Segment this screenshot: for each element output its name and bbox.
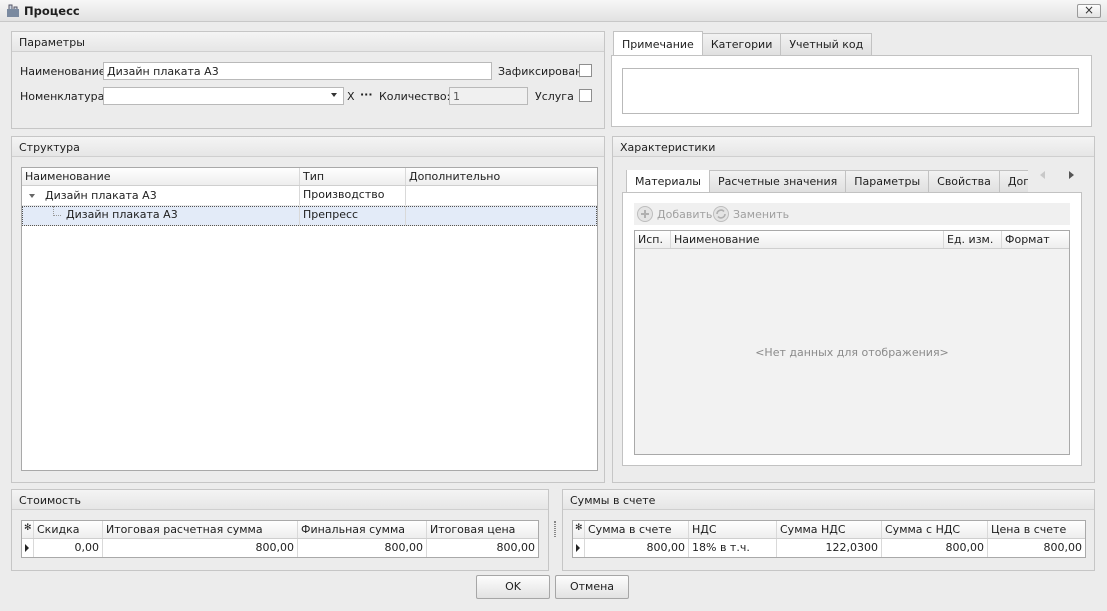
note-textarea[interactable] [622, 68, 1079, 114]
cell-discount: 0,00 [34, 539, 103, 557]
add-button[interactable]: Добавить [657, 208, 712, 221]
window-title: Процесс [24, 4, 80, 18]
replace-button[interactable]: Заменить [733, 208, 789, 221]
materials-grid-header: Исп. Наименование Ед. изм. Формат [635, 231, 1069, 249]
tab-categories[interactable]: Категории [701, 33, 782, 55]
col-unit[interactable]: Ед. изм. [944, 231, 1002, 248]
col-vat[interactable]: НДС [689, 521, 777, 538]
service-label: Услуга [535, 90, 574, 103]
row-type: Препресс [300, 206, 406, 225]
characteristics-header: Характеристики [613, 137, 1094, 157]
params-header: Параметры [12, 32, 604, 52]
col-sum-with-vat[interactable]: Сумма с НДС [882, 521, 988, 538]
fixed-checkbox[interactable] [579, 64, 592, 77]
cost-grid: ✻ Скидка Итоговая расчетная сумма Финаль… [21, 520, 539, 558]
row-extra [406, 206, 597, 225]
ok-button[interactable]: OK [476, 575, 550, 599]
row-name: Дизайн плаката А3 [45, 189, 157, 202]
table-row[interactable]: 800,00 18% в т.ч. 122,0300 800,00 800,00 [573, 539, 1085, 557]
characteristics-tabs: Материалы Расчетные значения Параметры С… [626, 170, 1028, 192]
dropdown-arrow-icon[interactable] [331, 93, 337, 97]
cell-total-price: 800,00 [496, 541, 536, 554]
col-name[interactable]: Наименование [22, 168, 300, 185]
name-input[interactable]: Дизайн плаката А3 [103, 62, 492, 80]
splitter-handle[interactable] [554, 521, 556, 537]
table-row[interactable]: 0,00 800,00 800,00 800,00 [22, 539, 538, 557]
note-tabs: Примечание Категории Учетный код [613, 31, 873, 55]
col-final-sum[interactable]: Финальная сумма [298, 521, 427, 538]
nomenclature-input[interactable] [103, 87, 344, 105]
cancel-button[interactable]: Отмена [555, 575, 629, 599]
tab-properties[interactable]: Свойства [928, 170, 1000, 192]
tab-parameters[interactable]: Параметры [845, 170, 930, 192]
col-total-price[interactable]: Итоговая цена [427, 521, 538, 538]
tab-calculated-values[interactable]: Расчетные значения [709, 170, 847, 192]
col-use[interactable]: Исп. [635, 231, 671, 248]
col-format[interactable]: Формат [1002, 231, 1069, 248]
name-label: Наименование: [20, 65, 110, 78]
tab-scroll-right-icon[interactable] [1069, 171, 1074, 179]
close-button[interactable]: × [1077, 4, 1101, 18]
col-vat-sum[interactable]: Сумма НДС [777, 521, 882, 538]
process-icon [7, 4, 19, 17]
structure-header: Структура [12, 137, 604, 157]
quantity-input[interactable]: 1 [449, 87, 528, 105]
replace-icon[interactable] [712, 205, 730, 223]
add-icon[interactable] [636, 205, 654, 223]
cell-invoice-price: 800,00 [1043, 541, 1083, 554]
col-calc-total[interactable]: Итоговая расчетная сумма [103, 521, 298, 538]
tab-note[interactable]: Примечание [613, 31, 703, 55]
service-checkbox[interactable] [579, 89, 592, 102]
col-invoice-sum[interactable]: Сумма в счете [585, 521, 689, 538]
tree-line [53, 206, 61, 216]
cell-sum-with-vat: 800,00 [882, 539, 988, 557]
cell-calc-total: 800,00 [103, 539, 298, 557]
quantity-label: Количество: [379, 90, 451, 103]
col-material-name[interactable]: Наименование [671, 231, 944, 248]
table-row[interactable]: Дизайн плаката А3 Препресс [22, 206, 597, 226]
row-extra [406, 186, 597, 205]
title-bar [0, 0, 1107, 22]
cell-vat: 18% в т.ч. [689, 539, 777, 557]
col-extra[interactable]: Дополнительно [406, 168, 597, 185]
tab-materials[interactable]: Материалы [626, 170, 710, 192]
collapse-icon[interactable] [29, 193, 35, 198]
cell-final-sum: 800,00 [298, 539, 427, 557]
row-type: Производство [300, 186, 406, 205]
asterisk-icon: ✻ [573, 521, 585, 538]
invoice-grid-header: ✻ Сумма в счете НДС Сумма НДС Сумма с НД… [573, 521, 1085, 539]
invoice-header: Суммы в счете [563, 490, 1094, 510]
structure-grid-header: Наименование Тип Дополнительно [22, 168, 597, 186]
cost-header: Стоимость [12, 490, 548, 510]
invoice-grid: ✻ Сумма в счете НДС Сумма НДС Сумма с НД… [572, 520, 1086, 558]
col-type[interactable]: Тип [300, 168, 406, 185]
row-indicator-icon [576, 544, 580, 552]
cell-vat-sum: 122,0300 [777, 539, 882, 557]
structure-grid: Наименование Тип Дополнительно Дизайн пл… [21, 167, 598, 471]
materials-grid: Исп. Наименование Ед. изм. Формат <Нет д… [634, 230, 1070, 455]
nomenclature-label: Номенклатура: [20, 90, 109, 103]
clear-button[interactable]: X [347, 90, 355, 103]
fixed-label: Зафиксирован [498, 65, 583, 78]
tab-additional[interactable]: Дополнен [998, 170, 1028, 192]
tab-account-code[interactable]: Учетный код [780, 33, 873, 55]
empty-message: <Нет данных для отображения> [755, 346, 949, 359]
params-panel: Параметры [11, 31, 605, 129]
ellipsis-button[interactable]: ··· [360, 88, 373, 101]
col-invoice-price[interactable]: Цена в счете [988, 521, 1085, 538]
cell-invoice-sum: 800,00 [585, 539, 689, 557]
asterisk-icon: ✻ [22, 521, 34, 538]
tab-scroll-left-icon[interactable] [1040, 171, 1045, 179]
cost-grid-header: ✻ Скидка Итоговая расчетная сумма Финаль… [22, 521, 538, 539]
row-indicator-icon [25, 544, 29, 552]
row-name: Дизайн плаката А3 [66, 208, 178, 221]
table-row[interactable]: Дизайн плаката А3 Производство [22, 186, 597, 206]
col-discount[interactable]: Скидка [34, 521, 103, 538]
